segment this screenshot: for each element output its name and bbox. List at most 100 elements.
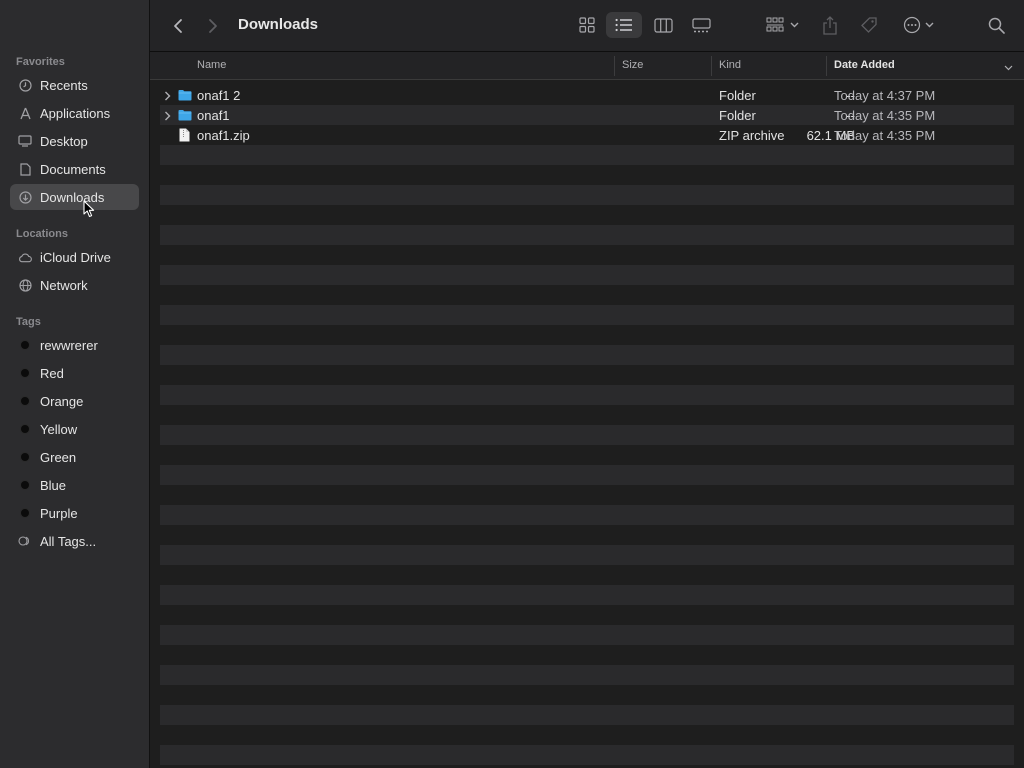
sidebar-tag-all-tags[interactable]: All Tags...	[10, 528, 139, 554]
file-date-added: Today at 4:35 PM	[834, 108, 936, 123]
sidebar-item-label: Applications	[40, 105, 111, 121]
tag-dot-icon	[18, 478, 32, 492]
table-row[interactable]: onaf1.zip 62.1 MB ZIP archive Today at 4…	[160, 125, 1014, 145]
file-list: onaf1 2 -- Folder Today at 4:37 PM onaf1…	[160, 85, 1014, 145]
sidebar-item-label: Green	[40, 449, 77, 465]
download-icon	[18, 190, 32, 204]
column-name[interactable]: Name	[197, 59, 226, 71]
file-kind: ZIP archive	[719, 128, 785, 143]
sidebar-item-label: Orange	[40, 393, 84, 409]
sort-chevron-icon	[1004, 62, 1013, 74]
sidebar-item-label: Documents	[40, 161, 106, 177]
tag-dot-icon	[18, 366, 32, 380]
column-kind[interactable]: Kind	[719, 59, 741, 71]
sidebar-item-applications[interactable]: Applications	[10, 100, 139, 126]
sidebar-item-label: Yellow	[40, 421, 78, 437]
sidebar-item-label: Purple	[40, 505, 78, 521]
sidebar: Favorites Recents Applications Desktop D…	[0, 0, 150, 768]
sidebar-item-label: iCloud Drive	[40, 249, 111, 265]
globe-icon	[18, 278, 32, 292]
chevron-down-icon	[790, 22, 798, 28]
sidebar-tag-green[interactable]: Green	[10, 444, 139, 470]
sidebar-item-label: Blue	[40, 477, 67, 493]
chevron-down-icon	[925, 22, 933, 28]
gallery-view-button[interactable]	[685, 12, 717, 38]
desktop-icon	[18, 134, 32, 148]
tag-dot-icon	[18, 422, 32, 436]
favorites-section-label: Favorites	[16, 56, 65, 68]
cloud-icon	[18, 250, 32, 264]
tag-icon	[861, 17, 877, 33]
file-name: onaf1	[197, 108, 230, 123]
sidebar-item-label: Desktop	[40, 133, 88, 149]
tag-dot-icon	[18, 338, 32, 352]
sidebar-tag-blue[interactable]: Blue	[10, 472, 139, 498]
locations-section-label: Locations	[16, 228, 68, 240]
back-button[interactable]	[168, 15, 188, 37]
chevron-right-icon	[209, 19, 217, 33]
column-view-button[interactable]	[647, 12, 679, 38]
folder-icon	[178, 110, 192, 121]
column-header: Name Size Kind Date Added	[150, 52, 1024, 80]
sidebar-item-label: Red	[40, 365, 64, 381]
share-button[interactable]	[818, 12, 842, 38]
action-menu-button[interactable]	[898, 12, 938, 38]
sidebar-tag-orange[interactable]: Orange	[10, 388, 139, 414]
icon-view-button[interactable]	[571, 12, 603, 38]
disclosure-triangle-icon[interactable]	[164, 89, 171, 104]
sidebar-item-documents[interactable]: Documents	[10, 156, 139, 182]
file-date-added: Today at 4:35 PM	[834, 128, 936, 143]
document-icon	[18, 162, 32, 176]
column-date-added[interactable]: Date Added	[834, 59, 895, 71]
sidebar-item-desktop[interactable]: Desktop	[10, 128, 139, 154]
sidebar-item-label: Recents	[40, 77, 88, 93]
all-tags-icon	[18, 534, 32, 548]
sidebar-item-label: rewwrerer	[40, 337, 98, 353]
search-icon	[988, 17, 1005, 34]
tag-button[interactable]	[856, 12, 882, 38]
sidebar-item-network[interactable]: Network	[10, 272, 139, 298]
sidebar-item-label: All Tags...	[40, 533, 97, 549]
share-icon	[823, 15, 837, 35]
file-kind: Folder	[719, 108, 756, 123]
sidebar-tag-rewwrerer[interactable]: rewwrerer	[10, 332, 139, 358]
sidebar-item-recents[interactable]: Recents	[10, 72, 139, 98]
group-icon	[766, 17, 783, 32]
disclosure-triangle-icon[interactable]	[164, 109, 171, 124]
applications-icon	[18, 106, 32, 120]
column-size[interactable]: Size	[622, 59, 643, 71]
table-row[interactable]: onaf1 -- Folder Today at 4:35 PM	[160, 105, 1014, 125]
tags-section-label: Tags	[16, 316, 41, 328]
sidebar-tag-purple[interactable]: Purple	[10, 500, 139, 526]
clock-icon	[18, 78, 32, 92]
tag-dot-icon	[18, 450, 32, 464]
empty-row-stripes	[160, 145, 1014, 765]
sidebar-tag-yellow[interactable]: Yellow	[10, 416, 139, 442]
finder-window: Favorites Recents Applications Desktop D…	[0, 0, 1024, 768]
zip-file-icon	[179, 128, 190, 142]
sidebar-item-downloads[interactable]: Downloads	[10, 184, 139, 210]
tag-dot-icon	[18, 506, 32, 520]
search-button[interactable]	[982, 12, 1010, 38]
mouse-cursor-icon	[83, 200, 95, 218]
file-name: onaf1 2	[197, 88, 241, 103]
sidebar-tag-red[interactable]: Red	[10, 360, 139, 386]
file-date-added: Today at 4:37 PM	[834, 88, 936, 103]
window-title: Downloads	[238, 16, 319, 33]
grid-icon	[579, 17, 595, 33]
forward-button[interactable]	[203, 15, 223, 37]
group-by-button[interactable]	[760, 12, 804, 38]
column-divider[interactable]	[826, 56, 827, 76]
main-content: Downloads Name Size Kind Date Added onaf…	[150, 0, 1024, 768]
folder-icon	[178, 90, 192, 101]
sidebar-item-icloud-drive[interactable]: iCloud Drive	[10, 244, 139, 270]
column-divider[interactable]	[614, 56, 615, 76]
column-divider[interactable]	[711, 56, 712, 76]
gallery-icon	[691, 17, 711, 32]
toolbar: Downloads	[150, 0, 1024, 52]
tag-dot-icon	[18, 394, 32, 408]
list-view-button[interactable]	[606, 12, 642, 38]
more-icon	[903, 16, 920, 34]
table-row[interactable]: onaf1 2 -- Folder Today at 4:37 PM	[160, 85, 1014, 105]
sidebar-item-label: Network	[40, 277, 88, 293]
